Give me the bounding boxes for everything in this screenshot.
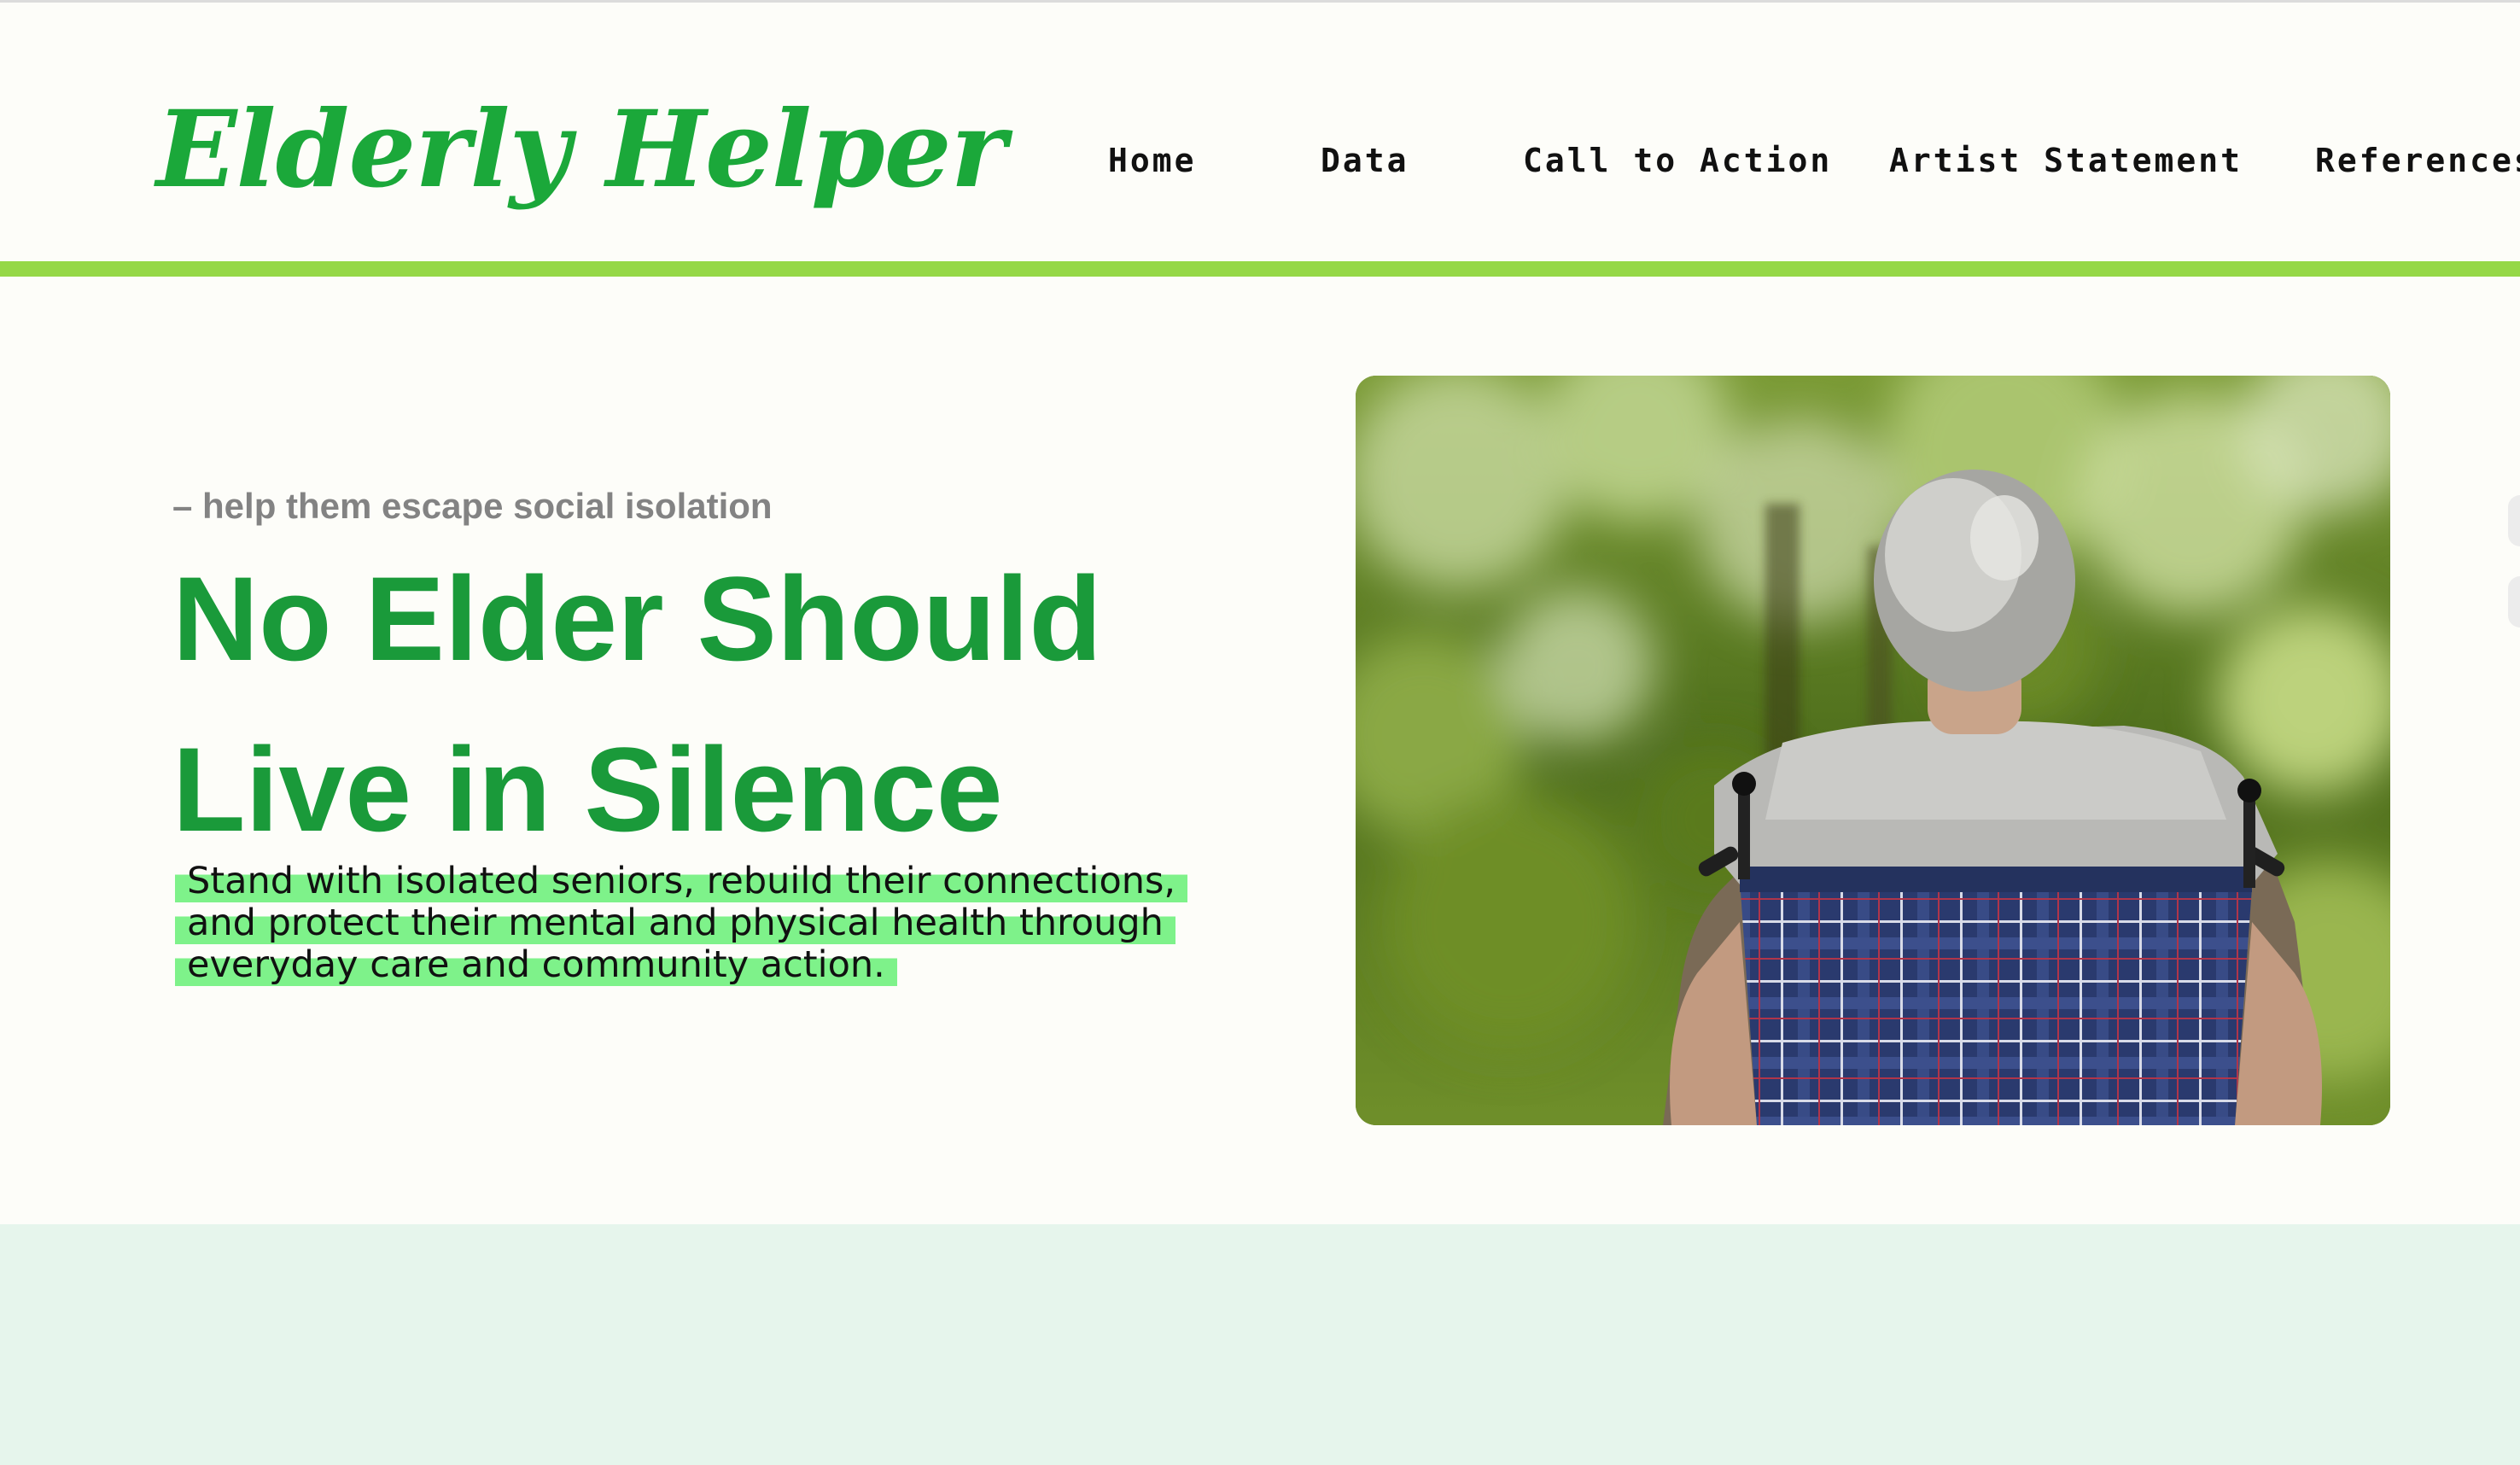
hero-image xyxy=(1356,376,2390,1125)
photo-elder-in-wheelchair-icon xyxy=(1356,376,2390,1125)
hero-subtext-line: everyday care and community action. xyxy=(175,943,897,986)
carousel-dot[interactable] xyxy=(2508,495,2520,546)
nav-item-references[interactable]: References xyxy=(2315,135,2520,186)
page: Elderly Helper Home Data Call to Action … xyxy=(0,0,2520,1465)
next-section-band xyxy=(0,1224,2520,1465)
nav-item-home[interactable]: Home xyxy=(1108,135,1197,186)
hero-subtext: Stand with isolated seniors, rebuild the… xyxy=(175,860,1199,986)
hero-subtext-line: Stand with isolated seniors, rebuild the… xyxy=(175,860,1188,902)
hero-subtext-line: and protect their mental and physical he… xyxy=(175,902,1175,944)
site-logo[interactable]: Elderly Helper xyxy=(156,86,1006,214)
site-header: Elderly Helper Home Data Call to Action … xyxy=(0,0,2520,277)
nav-item-data[interactable]: Data xyxy=(1321,135,1409,186)
nav-item-call-to-action[interactable]: Call to Action xyxy=(1523,135,1832,186)
hero-headline: No Elder Should Live in Silence xyxy=(172,534,1282,875)
nav-item-artist-statement[interactable]: Artist Statement xyxy=(1889,135,2243,186)
carousel-dot[interactable] xyxy=(2508,576,2520,627)
hero-eyebrow: – help them escape social isolation xyxy=(172,486,773,526)
hero-headline-line-2: Live in Silence xyxy=(172,722,1003,856)
header-divider xyxy=(0,261,2520,277)
hero-headline-line-1: No Elder Should xyxy=(172,552,1102,686)
